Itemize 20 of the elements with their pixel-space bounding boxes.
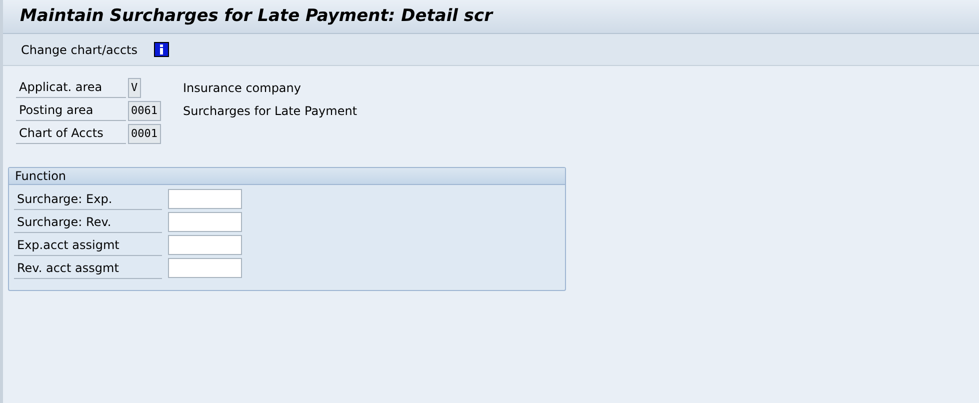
window-title: Maintain Surcharges for Late Payment: Detail scr: [20, 6, 493, 26]
field-label: Surcharge: Rev.: [14, 212, 162, 233]
input-field[interactable]: [168, 212, 242, 232]
input-field[interactable]: [168, 189, 242, 209]
field-description: Surcharges for Late Payment: [182, 104, 358, 118]
change-chart-button[interactable]: Change chart/accts: [17, 40, 142, 58]
input-field[interactable]: 0001: [128, 124, 160, 144]
field-label: Posting area: [16, 100, 126, 121]
input-field[interactable]: V: [128, 78, 141, 98]
input-field[interactable]: 0061: [128, 100, 160, 120]
info-icon[interactable]: [154, 42, 169, 57]
input-field[interactable]: [168, 258, 242, 278]
field-label: Rev. acct assgmt: [14, 258, 162, 279]
field-label: Chart of Accts: [16, 123, 126, 144]
input-field[interactable]: [168, 235, 242, 255]
field-label: Exp.acct assigmt: [14, 235, 162, 256]
group-title: Function: [9, 168, 565, 185]
field-label: Surcharge: Exp.: [14, 189, 162, 210]
field-label: Applicat. area: [16, 77, 126, 98]
field-description: Insurance company: [182, 80, 302, 94]
